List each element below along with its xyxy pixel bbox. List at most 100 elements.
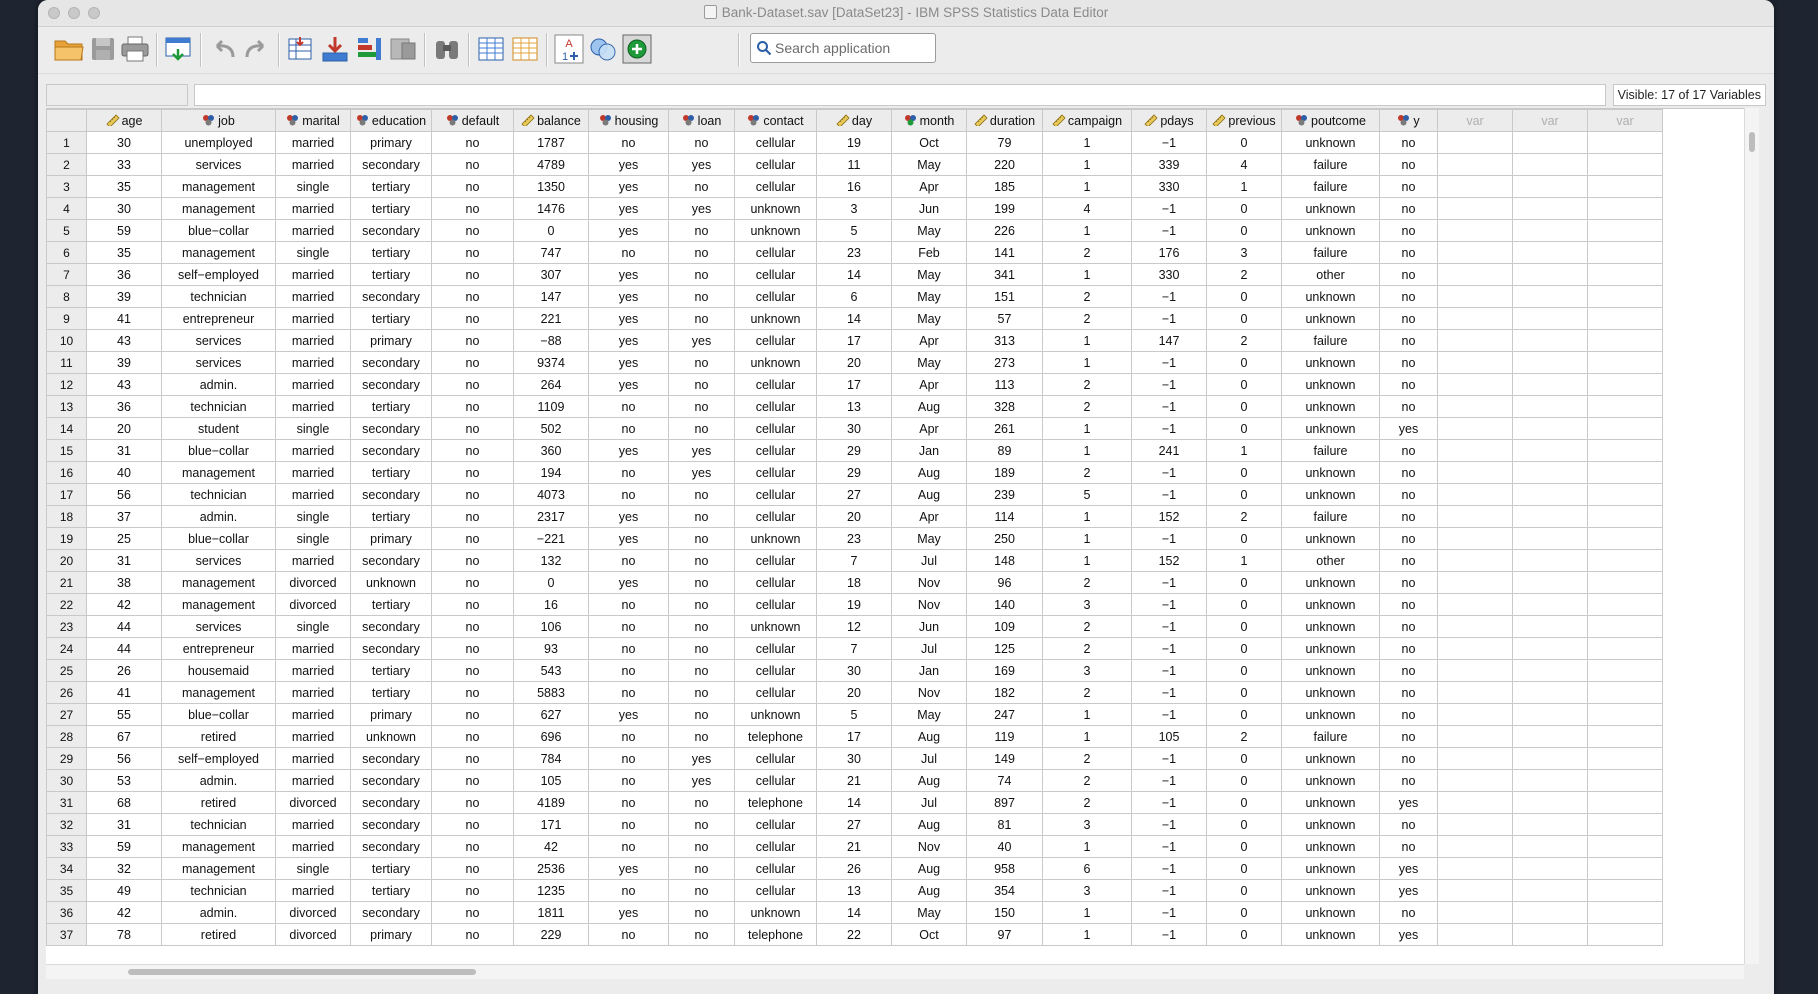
data-cell-job[interactable]: blue−collar (161, 219, 276, 242)
data-cell-previous[interactable]: 0 (1206, 879, 1282, 902)
empty-cell[interactable] (1512, 527, 1588, 550)
cell-name-box[interactable] (46, 84, 188, 106)
data-cell-campaign[interactable]: 3 (1042, 593, 1132, 616)
data-cell-job[interactable]: management (161, 197, 276, 220)
data-cell-previous[interactable]: 0 (1206, 637, 1282, 660)
data-cell-campaign[interactable]: 2 (1042, 637, 1132, 660)
data-cell-day[interactable]: 7 (816, 637, 892, 660)
data-cell-pdays[interactable]: −1 (1131, 483, 1207, 506)
data-cell-pdays[interactable]: −1 (1131, 373, 1207, 396)
data-cell-loan[interactable]: yes (668, 747, 735, 770)
data-cell-previous[interactable]: 0 (1206, 769, 1282, 792)
data-cell-day[interactable]: 7 (816, 549, 892, 572)
data-cell-age[interactable]: 36 (86, 263, 162, 286)
data-cell-education[interactable]: secondary (350, 351, 432, 374)
data-cell-pdays[interactable]: −1 (1131, 879, 1207, 902)
data-cell-month[interactable]: Aug (891, 483, 967, 506)
data-cell-job[interactable]: entrepreneur (161, 307, 276, 330)
data-cell-poutcome[interactable]: unknown (1281, 681, 1380, 704)
empty-cell[interactable] (1512, 505, 1588, 528)
data-cell-marital[interactable]: married (275, 219, 351, 242)
empty-cell[interactable] (1512, 835, 1588, 858)
data-cell-day[interactable]: 21 (816, 835, 892, 858)
data-cell-duration[interactable]: 79 (966, 131, 1043, 154)
empty-cell[interactable] (1512, 131, 1588, 154)
empty-cell[interactable] (1587, 879, 1663, 902)
data-cell-default[interactable]: no (431, 747, 514, 770)
data-cell-poutcome[interactable]: unknown (1281, 901, 1380, 924)
data-cell-y[interactable]: no (1379, 659, 1438, 682)
data-cell-duration[interactable]: 958 (966, 857, 1043, 880)
data-cell-day[interactable]: 20 (816, 505, 892, 528)
empty-cell[interactable] (1512, 637, 1588, 660)
data-cell-y[interactable]: no (1379, 131, 1438, 154)
empty-cell[interactable] (1512, 395, 1588, 418)
empty-variable-column-header[interactable]: var (1587, 109, 1663, 132)
data-cell-balance[interactable]: 1476 (513, 197, 589, 220)
empty-cell[interactable] (1512, 791, 1588, 814)
data-cell-y[interactable]: no (1379, 637, 1438, 660)
data-cell-marital[interactable]: single (275, 175, 351, 198)
data-cell-job[interactable]: blue−collar (161, 527, 276, 550)
data-cell-age[interactable]: 55 (86, 703, 162, 726)
empty-cell[interactable] (1587, 373, 1663, 396)
data-cell-pdays[interactable]: −1 (1131, 527, 1207, 550)
data-cell-marital[interactable]: married (275, 285, 351, 308)
data-cell-day[interactable]: 16 (816, 175, 892, 198)
data-cell-age[interactable]: 37 (86, 505, 162, 528)
data-cell-marital[interactable]: married (275, 637, 351, 660)
empty-cell[interactable] (1587, 593, 1663, 616)
data-cell-day[interactable]: 29 (816, 439, 892, 462)
data-cell-day[interactable]: 17 (816, 725, 892, 748)
data-cell-default[interactable]: no (431, 263, 514, 286)
data-cell-day[interactable]: 14 (816, 901, 892, 924)
data-cell-previous[interactable]: 0 (1206, 219, 1282, 242)
empty-cell[interactable] (1512, 769, 1588, 792)
data-cell-balance[interactable]: 93 (513, 637, 589, 660)
data-cell-month[interactable]: May (891, 901, 967, 924)
data-cell-campaign[interactable]: 1 (1042, 219, 1132, 242)
data-cell-marital[interactable]: divorced (275, 901, 351, 924)
data-cell-contact[interactable]: unknown (734, 901, 817, 924)
data-cell-pdays[interactable]: 330 (1131, 175, 1207, 198)
data-cell-education[interactable]: secondary (350, 747, 432, 770)
data-cell-campaign[interactable]: 2 (1042, 241, 1132, 264)
data-cell-previous[interactable]: 3 (1206, 241, 1282, 264)
data-cell-duration[interactable]: 341 (966, 263, 1043, 286)
data-cell-day[interactable]: 20 (816, 681, 892, 704)
column-header-poutcome[interactable]: poutcome (1281, 109, 1380, 132)
data-cell-age[interactable]: 25 (86, 527, 162, 550)
data-cell-marital[interactable]: married (275, 439, 351, 462)
empty-cell[interactable] (1587, 505, 1663, 528)
data-cell-y[interactable]: yes (1379, 417, 1438, 440)
data-cell-campaign[interactable]: 2 (1042, 769, 1132, 792)
data-cell-day[interactable]: 23 (816, 241, 892, 264)
data-cell-poutcome[interactable]: unknown (1281, 571, 1380, 594)
data-cell-education[interactable]: primary (350, 131, 432, 154)
data-cell-y[interactable]: no (1379, 351, 1438, 374)
empty-cell[interactable] (1512, 263, 1588, 286)
data-cell-month[interactable]: May (891, 285, 967, 308)
data-cell-job[interactable]: technician (161, 483, 276, 506)
empty-cell[interactable] (1512, 219, 1588, 242)
data-cell-month[interactable]: Jul (891, 549, 967, 572)
data-cell-campaign[interactable]: 1 (1042, 329, 1132, 352)
data-cell-loan[interactable]: yes (668, 769, 735, 792)
data-cell-housing[interactable]: no (588, 725, 669, 748)
data-cell-balance[interactable]: 42 (513, 835, 589, 858)
data-cell-month[interactable]: May (891, 307, 967, 330)
data-cell-housing[interactable]: yes (588, 307, 669, 330)
data-cell-duration[interactable]: 151 (966, 285, 1043, 308)
data-cell-loan[interactable]: no (668, 901, 735, 924)
data-cell-marital[interactable]: single (275, 857, 351, 880)
data-cell-month[interactable]: Aug (891, 395, 967, 418)
data-cell-contact[interactable]: cellular (734, 329, 817, 352)
data-cell-duration[interactable]: 97 (966, 923, 1043, 946)
binoculars-icon[interactable] (430, 32, 464, 66)
data-cell-education[interactable]: secondary (350, 417, 432, 440)
row-number[interactable]: 6 (46, 241, 87, 264)
data-cell-y[interactable]: no (1379, 725, 1438, 748)
data-cell-balance[interactable]: 696 (513, 725, 589, 748)
go-to-case-icon[interactable] (284, 32, 318, 66)
data-cell-pdays[interactable]: −1 (1131, 593, 1207, 616)
